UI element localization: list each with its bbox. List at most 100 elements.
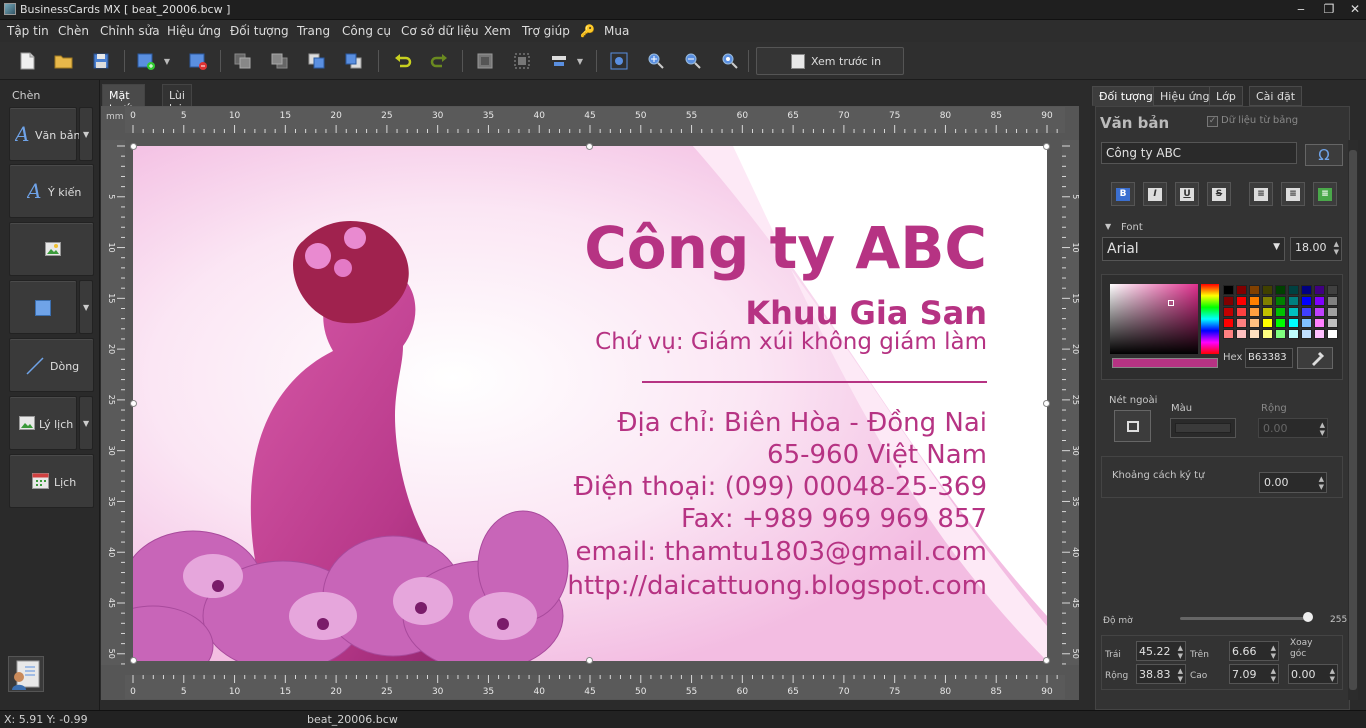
special-char-button[interactable]: Ω xyxy=(1305,144,1343,166)
strikethrough-button[interactable]: S xyxy=(1207,182,1231,206)
remove-page-icon[interactable] xyxy=(185,48,211,74)
insert-text-button[interactable]: A Văn bản xyxy=(9,107,80,161)
position-text[interactable]: Chứ vụ: Giám xúi không giám làm xyxy=(595,329,987,355)
color-swatch[interactable] xyxy=(1275,307,1286,317)
menu-object[interactable]: Đối tượng xyxy=(230,24,289,38)
fax-text[interactable]: Fax: +989 969 969 857 xyxy=(681,504,987,534)
bold-button[interactable]: B xyxy=(1111,182,1135,206)
italic-button[interactable]: I xyxy=(1143,182,1167,206)
user-info-button[interactable] xyxy=(8,656,44,692)
resize-handle-left[interactable] xyxy=(130,400,137,407)
color-swatch[interactable] xyxy=(1275,318,1286,328)
color-swatch[interactable] xyxy=(1288,285,1299,295)
align-dropdown[interactable]: ▼ xyxy=(573,48,587,74)
ungroup-icon[interactable] xyxy=(509,48,535,74)
color-picker-cursor[interactable] xyxy=(1168,300,1174,306)
print-preview-button[interactable]: Xem trước in xyxy=(756,47,904,75)
menu-insert[interactable]: Chèn xyxy=(58,24,89,38)
color-swatch[interactable] xyxy=(1262,296,1273,306)
left-input[interactable]: 45.22 ▲ ▼ xyxy=(1136,641,1186,661)
color-swatch[interactable] xyxy=(1236,329,1247,339)
tab-layer[interactable]: Lớp xyxy=(1209,86,1243,106)
open-icon[interactable] xyxy=(51,48,77,74)
color-swatch[interactable] xyxy=(1301,285,1312,295)
color-swatch[interactable] xyxy=(1288,318,1299,328)
align-center-button[interactable]: ≡ xyxy=(1281,182,1305,206)
color-swatch[interactable] xyxy=(1314,307,1325,317)
color-swatch[interactable] xyxy=(1288,307,1299,317)
color-swatch[interactable] xyxy=(1223,318,1234,328)
send-back-icon[interactable] xyxy=(267,48,293,74)
color-swatch[interactable] xyxy=(1301,296,1312,306)
hex-input[interactable]: B63383 xyxy=(1245,348,1293,368)
color-swatch[interactable] xyxy=(1249,296,1260,306)
color-swatch[interactable] xyxy=(1301,318,1312,328)
width-spinner[interactable]: ▲ ▼ xyxy=(1178,667,1183,683)
resize-handle-top[interactable] xyxy=(586,143,593,150)
email-text[interactable]: email: thamtu1803@gmail.com xyxy=(575,537,987,567)
opacity-slider-track[interactable] xyxy=(1180,617,1312,620)
menu-database[interactable]: Cơ sở dữ liệu xyxy=(401,24,479,38)
resize-handle-top-right[interactable] xyxy=(1043,143,1050,150)
color-swatch[interactable] xyxy=(1314,296,1325,306)
insert-background-dropdown[interactable]: ▼ xyxy=(79,396,93,450)
insert-image-button[interactable] xyxy=(9,222,94,276)
properties-scrollbar[interactable] xyxy=(1348,140,1358,700)
resize-handle-bottom-right[interactable] xyxy=(1043,657,1050,664)
resize-handle-top-left[interactable] xyxy=(130,143,137,150)
new-icon[interactable] xyxy=(14,48,40,74)
color-swatch[interactable] xyxy=(1262,329,1273,339)
close-button[interactable]: ✕ xyxy=(1344,1,1366,17)
color-swatch[interactable] xyxy=(1223,329,1234,339)
color-swatch[interactable] xyxy=(1301,329,1312,339)
color-swatch[interactable] xyxy=(1236,285,1247,295)
outline-width-input[interactable]: 0.00 ▲ ▼ xyxy=(1258,418,1328,438)
color-swatch[interactable] xyxy=(1327,296,1338,306)
outline-button[interactable] xyxy=(1114,410,1151,442)
save-icon[interactable] xyxy=(88,48,114,74)
color-swatch[interactable] xyxy=(1275,296,1286,306)
color-swatch[interactable] xyxy=(1327,318,1338,328)
font-size-input[interactable]: 18.00 ▲ ▼ xyxy=(1290,237,1342,261)
menu-page[interactable]: Trang xyxy=(297,24,330,38)
resize-handle-bottom-left[interactable] xyxy=(130,657,137,664)
menu-view[interactable]: Xem xyxy=(484,24,511,38)
underline-button[interactable]: U xyxy=(1175,182,1199,206)
zoom-fit-icon[interactable] xyxy=(606,48,632,74)
color-saturation-area[interactable] xyxy=(1110,284,1198,354)
bring-forward-icon[interactable] xyxy=(304,48,330,74)
char-spacing-spinner[interactable]: ▲ ▼ xyxy=(1319,475,1324,491)
insert-text-dropdown[interactable]: ▼ xyxy=(79,107,93,161)
outline-color-swatch[interactable] xyxy=(1170,418,1236,438)
properties-scrollbar-thumb[interactable] xyxy=(1349,150,1357,690)
align-right-button[interactable]: ≡ xyxy=(1313,182,1337,206)
tab-settings[interactable]: Cài đặt xyxy=(1249,86,1303,106)
resize-handle-right[interactable] xyxy=(1043,400,1050,407)
color-swatch[interactable] xyxy=(1236,296,1247,306)
menu-help[interactable]: Trợ giúp xyxy=(522,24,570,38)
menu-tools[interactable]: Công cụ xyxy=(342,24,391,38)
rotate-spinner[interactable]: ▲ ▼ xyxy=(1330,667,1335,683)
color-swatch[interactable] xyxy=(1301,307,1312,317)
color-swatch[interactable] xyxy=(1327,329,1338,339)
undo-icon[interactable] xyxy=(390,48,416,74)
rotate-input[interactable]: 0.00 ▲ ▼ xyxy=(1288,664,1338,684)
tab-front[interactable]: Mặt trước xyxy=(102,84,145,115)
color-swatch[interactable] xyxy=(1249,329,1260,339)
redo-icon[interactable] xyxy=(426,48,452,74)
color-swatch[interactable] xyxy=(1327,285,1338,295)
insert-calendar-button[interactable]: Lịch xyxy=(9,454,94,508)
height-input[interactable]: 7.09 ▲ ▼ xyxy=(1229,664,1279,684)
zoom-in-icon[interactable] xyxy=(643,48,669,74)
person-name-text[interactable]: Khuu Gia San xyxy=(745,294,987,332)
menu-buy[interactable]: Mua xyxy=(604,24,629,38)
font-size-spinner[interactable]: ▲ ▼ xyxy=(1334,240,1339,256)
bring-front-icon[interactable] xyxy=(230,48,256,74)
address-line-1-text[interactable]: Địa chỉ: Biên Hòa - Đồng Nai xyxy=(617,408,987,438)
left-spinner[interactable]: ▲ ▼ xyxy=(1178,644,1183,660)
restore-button[interactable]: ❐ xyxy=(1318,1,1340,17)
height-spinner[interactable]: ▲ ▼ xyxy=(1271,667,1276,683)
menu-edit[interactable]: Chỉnh sửa xyxy=(100,24,160,38)
menu-effects[interactable]: Hiệu ứng xyxy=(167,24,221,38)
insert-idea-button[interactable]: A Ý kiến xyxy=(9,164,94,218)
